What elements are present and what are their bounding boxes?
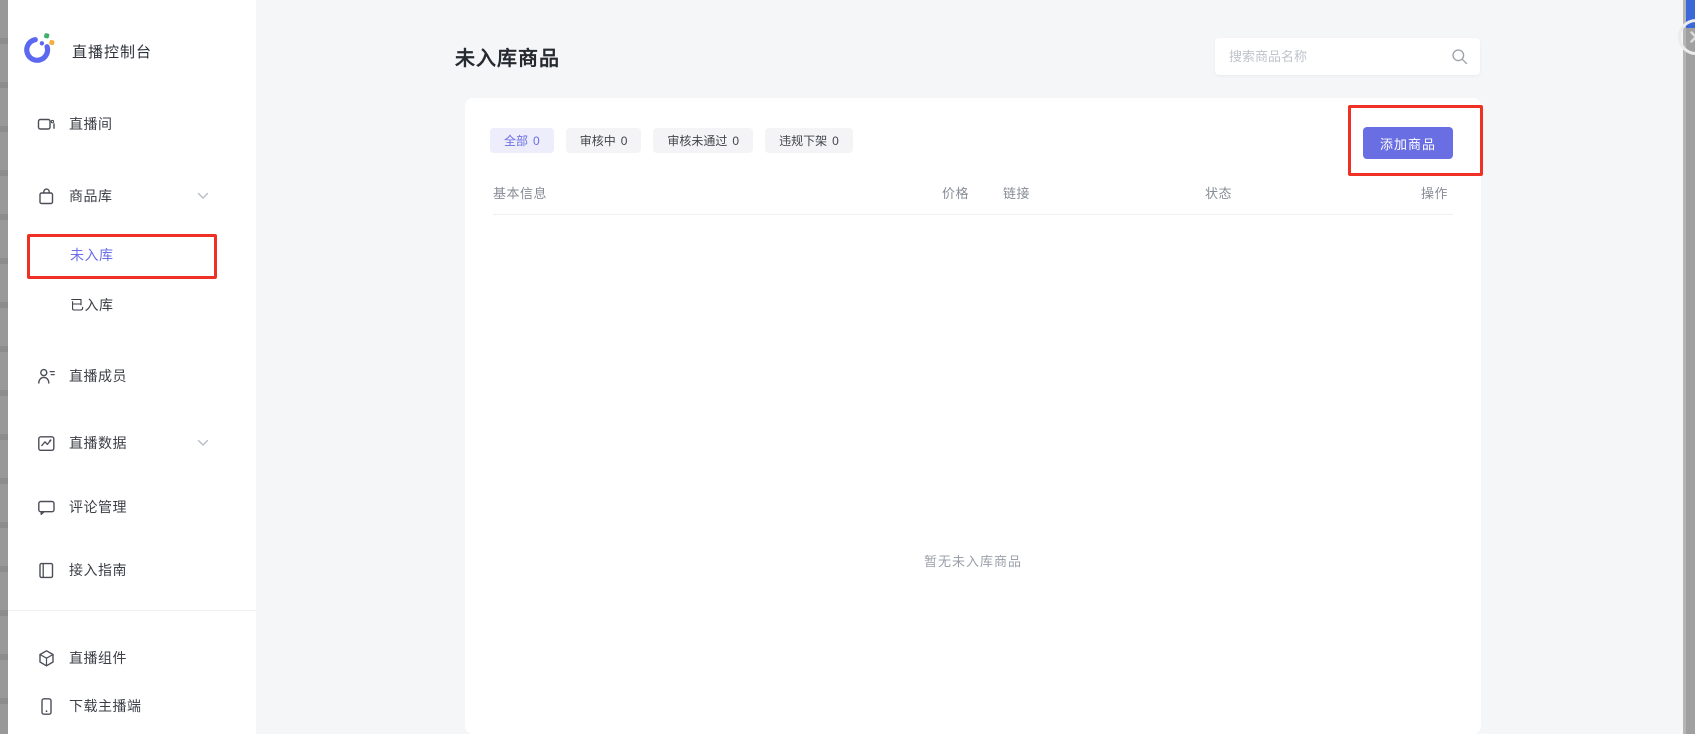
guide-book-icon	[37, 561, 56, 580]
sidebar-item-comment-management[interactable]: 评论管理	[37, 494, 127, 520]
sidebar-subitem-label: 已入库	[70, 297, 114, 313]
cube-icon	[37, 649, 56, 668]
page-title: 未入库商品	[455, 42, 560, 71]
chevron-down-icon[interactable]	[197, 439, 209, 447]
sidebar-item-label: 直播间	[69, 114, 113, 134]
tab-label: 全部	[504, 132, 528, 149]
sidebar-item-label: 直播组件	[69, 648, 127, 668]
tab-removed-violation[interactable]: 违规下架 0	[765, 128, 853, 153]
sidebar-item-access-guide[interactable]: 接入指南	[37, 557, 127, 583]
column-header-price: 价格	[942, 183, 969, 202]
sidebar-item-label: 接入指南	[69, 560, 127, 580]
sidebar-item-live-room[interactable]: 直播间	[37, 111, 113, 137]
column-header-basic-info: 基本信息	[493, 183, 547, 202]
column-header-link: 链接	[1003, 183, 1030, 202]
tab-count: 0	[732, 134, 739, 148]
column-header-action: 操作	[1421, 183, 1448, 202]
video-camera-icon	[37, 115, 56, 134]
sidebar-item-label: 直播数据	[69, 433, 127, 453]
sidebar-item-label: 商品库	[69, 186, 113, 206]
sidebar-item-live-components[interactable]: 直播组件	[37, 645, 127, 671]
close-icon[interactable]	[1678, 19, 1695, 55]
status-filter-tabs: 全部 0 审核中 0 审核未通过 0 违规下架 0	[490, 128, 853, 153]
table-header-divider	[493, 214, 1453, 215]
sidebar-divider	[8, 610, 256, 611]
sidebar-subitem-label: 未入库	[70, 247, 114, 263]
app-title: 直播控制台	[72, 41, 152, 62]
sidebar-item-live-members[interactable]: 直播成员	[37, 363, 127, 389]
comment-icon	[37, 498, 56, 517]
tab-count: 0	[832, 134, 839, 148]
chart-icon	[37, 434, 56, 453]
chevron-down-icon[interactable]	[197, 192, 209, 200]
search-box	[1215, 38, 1480, 75]
tab-label: 违规下架	[779, 132, 827, 149]
tab-count: 0	[533, 134, 540, 148]
tab-label: 审核未通过	[667, 132, 727, 149]
sidebar-item-download-anchor-app[interactable]: 下载主播端	[37, 693, 142, 719]
shopping-bag-icon	[37, 187, 56, 206]
sidebar-item-label: 评论管理	[69, 497, 127, 517]
products-panel: 全部 0 审核中 0 审核未通过 0 违规下架 0 添加商品 基本信息 价格 链接 状态…	[465, 98, 1481, 734]
phone-icon	[37, 697, 56, 716]
add-product-button[interactable]: 添加商品	[1363, 127, 1453, 159]
sidebar-item-product-library[interactable]: 商品库	[37, 183, 113, 209]
column-header-status: 状态	[1205, 183, 1232, 202]
tab-under-review[interactable]: 审核中 0	[566, 128, 642, 153]
sidebar-item-label: 直播成员	[69, 366, 127, 386]
tab-label: 审核中	[580, 132, 616, 149]
members-icon	[37, 367, 56, 386]
background-window-edge-left	[0, 0, 8, 734]
sidebar-item-label: 下载主播端	[69, 696, 142, 716]
tab-review-failed[interactable]: 审核未通过 0	[653, 128, 753, 153]
tab-all[interactable]: 全部 0	[490, 128, 554, 153]
sidebar: 直播控制台 直播间 商品库 未入库 已入库	[8, 0, 256, 734]
background-window-edge-right	[1683, 0, 1695, 734]
sidebar-item-in-stock[interactable]: 已入库	[70, 295, 114, 315]
search-input[interactable]	[1215, 38, 1480, 75]
empty-state-text: 暂无未入库商品	[493, 551, 1453, 570]
app-logo-icon	[23, 31, 57, 65]
close-x-glyph	[1688, 29, 1695, 45]
sidebar-item-not-in-stock[interactable]: 未入库	[70, 245, 114, 265]
sidebar-item-live-data[interactable]: 直播数据	[37, 430, 127, 456]
tab-count: 0	[621, 134, 628, 148]
search-icon[interactable]	[1451, 48, 1468, 65]
